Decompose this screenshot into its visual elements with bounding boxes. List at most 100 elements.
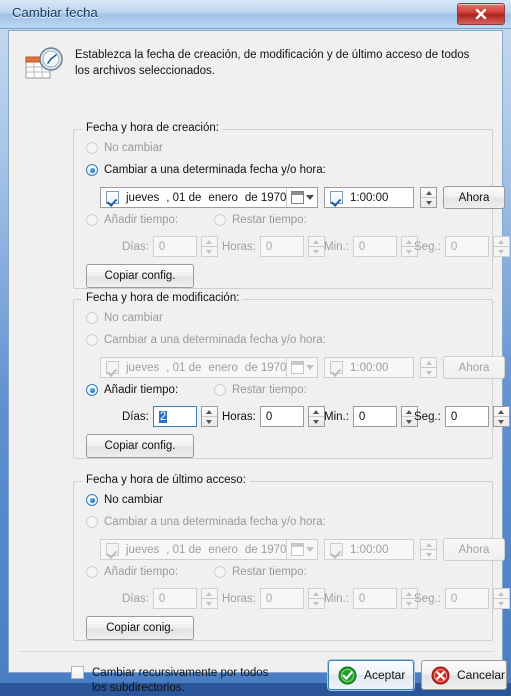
modification-now-button[interactable]: Ahora xyxy=(443,356,505,379)
close-button[interactable] xyxy=(457,3,505,25)
modification-hours-field[interactable]: Horas: 0 xyxy=(222,406,325,427)
spinner-up-icon[interactable] xyxy=(421,358,436,368)
modification-hours-input[interactable]: 0 xyxy=(260,406,304,427)
calendar-icon xyxy=(291,361,304,374)
recursive-checkbox-label: Cambiar recursivamente por todos los sub… xyxy=(92,666,272,696)
last-access-minutes-field[interactable]: Min.: 0 xyxy=(324,588,418,609)
spinner-up-icon[interactable] xyxy=(421,188,436,198)
recursive-checkbox-row[interactable]: Cambiar recursivamente por todos los sub… xyxy=(71,666,272,696)
check-circle-icon xyxy=(338,666,357,685)
spinner-down-icon[interactable] xyxy=(421,368,436,377)
modification-radio-change-to[interactable]: Cambiar a una determinada fecha y/o hora… xyxy=(86,334,326,346)
creation-days-input[interactable]: 0 xyxy=(153,236,197,257)
last-access-radio-no-change[interactable]: No cambiar xyxy=(86,494,163,506)
modification-time-picker[interactable]: 1:00:00 xyxy=(324,357,414,378)
creation-now-button[interactable]: Ahora xyxy=(443,186,505,209)
spinner-up-icon[interactable] xyxy=(421,540,436,550)
creation-calendar-dropdown-button[interactable] xyxy=(286,188,317,207)
last-access-days-input[interactable]: 0 xyxy=(153,588,197,609)
title-bar: Cambiar fecha xyxy=(0,0,511,29)
creation-minutes-input[interactable]: 0 xyxy=(353,236,397,257)
cancel-button[interactable]: Cancelar xyxy=(421,660,507,690)
last-access-hours-field[interactable]: Horas: 0 xyxy=(222,588,325,609)
modification-minutes-label: Min.: xyxy=(324,411,349,423)
modification-radio-subtract-time-label: Restar tiempo: xyxy=(232,384,307,396)
modification-time-spinner[interactable] xyxy=(420,357,437,378)
last-access-seconds-field[interactable]: Seg.: 0 xyxy=(414,588,510,609)
creation-seconds-spinner[interactable] xyxy=(493,236,510,257)
last-access-radio-subtract-time[interactable]: Restar tiempo: xyxy=(214,566,307,578)
last-access-days-spinner[interactable] xyxy=(201,588,218,609)
modification-seconds-input[interactable]: 0 xyxy=(445,406,489,427)
recursive-checkbox[interactable] xyxy=(71,666,84,679)
modification-days-spinner[interactable] xyxy=(201,406,218,427)
creation-radio-subtract-time[interactable]: Restar tiempo: xyxy=(214,214,307,226)
creation-radio-no-change[interactable]: No cambiar xyxy=(86,142,163,154)
creation-copy-config-button[interactable]: Copiar config. xyxy=(86,264,194,288)
last-access-datetime-row: jueves , 01 de enero de 1970 1:00:00 xyxy=(100,538,505,561)
last-access-hours-input[interactable]: 0 xyxy=(260,588,304,609)
last-access-seconds-spinner[interactable] xyxy=(493,588,510,609)
modification-radio-add-time[interactable]: Añadir tiempo: xyxy=(86,384,178,396)
modification-days-input[interactable]: 2 xyxy=(153,406,197,427)
creation-date-picker[interactable]: jueves , 01 de enero de 1970 xyxy=(100,187,318,208)
last-access-copy-config-button[interactable]: Copiar conig. xyxy=(86,616,194,640)
creation-days-field[interactable]: Días: 0 xyxy=(122,236,218,257)
modification-hours-spinner[interactable] xyxy=(308,406,325,427)
footer-divider xyxy=(19,651,494,652)
last-access-date-picker[interactable]: jueves , 01 de enero de 1970 xyxy=(100,539,318,560)
creation-hours-input[interactable]: 0 xyxy=(260,236,304,257)
creation-time-spinner[interactable] xyxy=(420,187,437,208)
last-access-hours-spinner[interactable] xyxy=(308,588,325,609)
last-access-seconds-input[interactable]: 0 xyxy=(445,588,489,609)
last-access-radio-change-to[interactable]: Cambiar a una determinada fecha y/o hora… xyxy=(86,516,326,528)
creation-time-checkbox[interactable] xyxy=(330,191,343,204)
last-access-time-value: 1:00:00 xyxy=(350,544,388,556)
modification-days-field[interactable]: Días: 2 xyxy=(122,406,218,427)
creation-hours-spinner[interactable] xyxy=(308,236,325,257)
spinner-down-icon[interactable] xyxy=(421,550,436,559)
last-access-radio-add-time[interactable]: Añadir tiempo: xyxy=(86,566,178,578)
last-access-time-spinner[interactable] xyxy=(420,539,437,560)
creation-seconds-label: Seg.: xyxy=(414,241,441,253)
accept-button[interactable]: Aceptar xyxy=(328,660,414,690)
modification-seconds-field[interactable]: Seg.: 0 xyxy=(414,406,510,427)
modification-radio-no-change[interactable]: No cambiar xyxy=(86,312,163,324)
creation-date-checkbox[interactable] xyxy=(106,191,119,204)
creation-radio-change-to[interactable]: Cambiar a una determinada fecha y/o hora… xyxy=(86,164,326,176)
modification-calendar-dropdown-button[interactable] xyxy=(286,358,317,377)
creation-date-day: , 01 de xyxy=(166,192,201,204)
modification-minutes-field[interactable]: Min.: 0 xyxy=(324,406,418,427)
modification-copy-config-button[interactable]: Copiar config. xyxy=(86,434,194,458)
modification-minutes-input[interactable]: 0 xyxy=(353,406,397,427)
group-last-access-datetime: Fecha y hora de último acceso: No cambia… xyxy=(73,481,493,641)
creation-radio-add-time[interactable]: Añadir tiempo: xyxy=(86,214,178,226)
modification-time-checkbox[interactable] xyxy=(330,361,343,374)
creation-hours-field[interactable]: Horas: 0 xyxy=(222,236,325,257)
modification-date-checkbox[interactable] xyxy=(106,361,119,374)
creation-radio-change-to-label: Cambiar a una determinada fecha y/o hora… xyxy=(104,164,326,176)
last-access-now-button[interactable]: Ahora xyxy=(443,538,505,561)
creation-minutes-field[interactable]: Min.: 0 xyxy=(324,236,418,257)
spinner-down-icon[interactable] xyxy=(421,198,436,207)
modification-radio-subtract-time[interactable]: Restar tiempo: xyxy=(214,384,307,396)
creation-hours-label: Horas: xyxy=(222,241,256,253)
last-access-calendar-dropdown-button[interactable] xyxy=(286,540,317,559)
last-access-date-checkbox[interactable] xyxy=(106,543,119,556)
last-access-minutes-input[interactable]: 0 xyxy=(353,588,397,609)
modification-date-year: de 1970 xyxy=(245,362,287,374)
creation-seconds-field[interactable]: Seg.: 0 xyxy=(414,236,510,257)
close-circle-icon xyxy=(431,666,450,685)
last-access-date-day: , 01 de xyxy=(166,544,201,556)
last-access-days-field[interactable]: Días: 0 xyxy=(122,588,218,609)
last-access-time-picker[interactable]: 1:00:00 xyxy=(324,539,414,560)
creation-date-weekday: jueves xyxy=(126,192,159,204)
creation-time-picker[interactable]: 1:00:00 xyxy=(324,187,414,208)
modification-date-picker[interactable]: jueves , 01 de enero de 1970 xyxy=(100,357,318,378)
last-access-time-checkbox[interactable] xyxy=(330,543,343,556)
modification-seconds-spinner[interactable] xyxy=(493,406,510,427)
calendar-clock-icon xyxy=(23,45,65,85)
creation-days-spinner[interactable] xyxy=(201,236,218,257)
radio-dot-icon xyxy=(86,516,98,528)
creation-seconds-input[interactable]: 0 xyxy=(445,236,489,257)
